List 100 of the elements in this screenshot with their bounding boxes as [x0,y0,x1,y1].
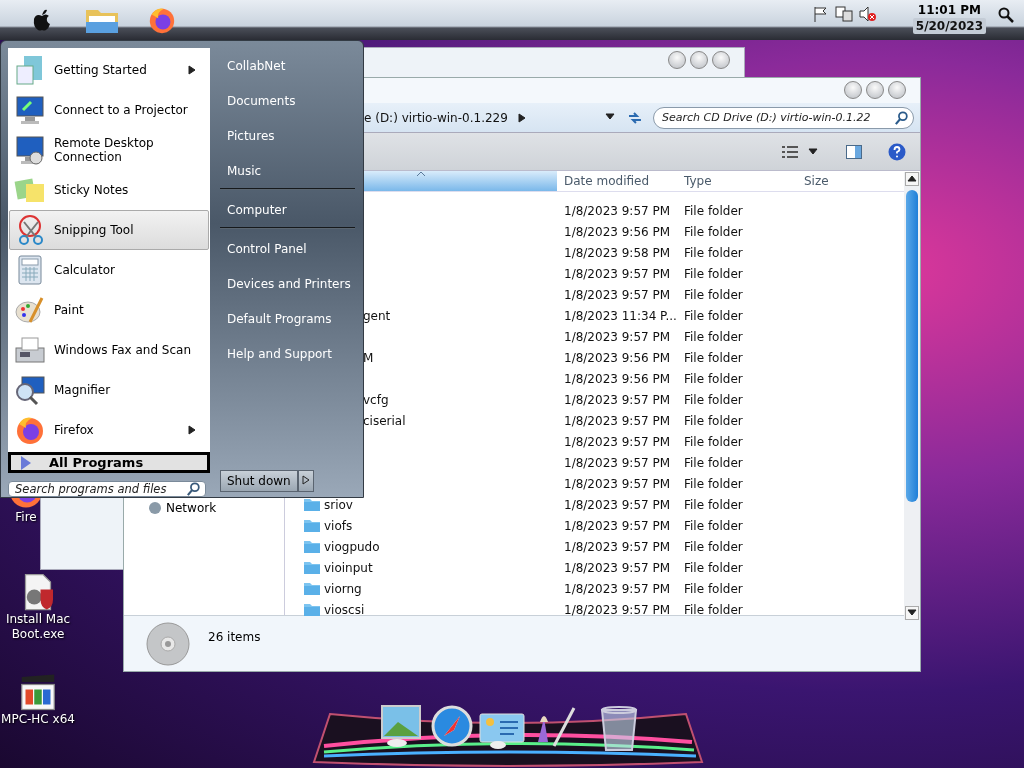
date-cell-text: 1/8/2023 9:57 PM [563,392,672,407]
close-button[interactable] [712,51,730,69]
submenu-arrow-icon[interactable] [188,65,198,75]
maximize-button[interactable] [690,51,708,69]
firefox-icon[interactable] [147,5,177,35]
date-cell-text: 1/8/2023 9:58 PM [563,245,672,260]
program-item[interactable]: Getting Started [9,50,209,90]
start-menu-link[interactable]: Documents [220,83,355,118]
type-cell-text: File folder [683,560,744,575]
program-item[interactable]: Firefox [9,410,209,450]
desktop-icon-label[interactable]: MPC-HC x64 [1,712,75,727]
date-cell-text: 1/8/2023 9:57 PM [563,329,672,344]
breadcrumb-arrow-icon[interactable] [517,112,528,123]
file-name[interactable]: vioscsi [324,602,365,617]
apple-logo-icon[interactable] [32,9,52,31]
help-icon[interactable] [888,142,906,161]
file-name[interactable]: sriov [324,497,353,512]
program-item[interactable]: Connect to a Projector [9,90,209,130]
type-cell-text: File folder [683,392,744,407]
program-item[interactable]: Windows Fax and Scan [9,330,209,370]
program-item[interactable]: Sticky Notes [9,170,209,210]
start-menu-link[interactable]: Control Panel [220,231,355,266]
scroll-up-icon[interactable] [907,174,917,184]
type-cell-text: File folder [683,518,744,533]
close-button[interactable] [888,81,906,99]
minimize-button[interactable] [844,81,862,99]
file-name[interactable]: viorng [324,581,362,596]
monitor-icon [14,94,46,126]
clock-time: 11:01 PM [917,2,981,18]
search-field[interactable]: Search programs and files [8,481,206,497]
search-field[interactable]: Search CD Drive (D:) virtio-win-0.1.22 [653,106,914,129]
pen-icon[interactable] [552,707,576,747]
picture-frame-icon[interactable] [381,705,421,747]
column-header[interactable]: Size [797,174,897,188]
column-header[interactable]: Date modified [557,174,677,188]
file-name[interactable]: viofs [324,518,353,533]
start-menu-link[interactable]: Computer [220,192,355,229]
program-item[interactable]: Calculator [9,250,209,290]
start-menu-link[interactable]: Default Programs [220,301,355,336]
triangle-icon [300,475,311,485]
rocket-icon[interactable] [538,716,548,742]
date-cell-text: 1/8/2023 9:57 PM [563,476,672,491]
view-caret-icon[interactable] [808,146,818,157]
date-cell-text: 1/8/2023 9:56 PM [563,350,672,365]
file-name[interactable]: ciserial [363,413,406,428]
program-item[interactable]: Snipping Tool [9,210,209,250]
contact-card-icon[interactable] [479,713,525,749]
all-programs-button[interactable]: All Programs [8,452,210,473]
file-name[interactable]: gent [363,308,391,323]
type-cell-text: File folder [683,287,744,302]
clapperboard-icon[interactable] [18,672,58,712]
date-cell-text: 1/8/2023 9:57 PM [563,434,672,449]
trash-can-icon[interactable] [600,706,638,751]
start-menu-link[interactable]: Pictures [220,118,355,153]
column-header[interactable]: Type [677,174,797,188]
compass-icon[interactable] [431,705,473,747]
start-menu-link[interactable]: CollabNet [220,48,355,83]
file-name[interactable]: vcfg [363,392,389,407]
folder-icon [304,498,320,511]
type-cell-text: File folder [683,455,744,470]
type-cell-text: File folder [683,581,744,596]
type-cell-text: File folder [683,245,744,260]
date-cell-text: 1/8/2023 9:57 PM [563,581,672,596]
folder-icon [304,519,320,532]
shutdown-button[interactable]: Shut down [220,470,298,492]
scroll-down-icon[interactable] [907,608,917,618]
date-cell-text: 1/8/2023 9:57 PM [563,203,672,218]
dropdown-caret-icon[interactable] [605,111,616,122]
type-cell-text: File folder [683,413,744,428]
search-icon[interactable] [187,482,201,496]
search-icon[interactable] [895,110,909,125]
program-item[interactable]: Paint [9,290,209,330]
file-name[interactable]: viogpudo [324,539,380,554]
network-icon[interactable] [834,6,853,22]
muted-speaker-icon[interactable] [858,6,877,22]
program-item[interactable]: Remote Desktop Connection [9,130,209,170]
type-cell-text: File folder [683,434,744,449]
desktop-icon-label[interactable]: Fire [15,510,37,525]
file-name[interactable]: vioinput [324,560,373,575]
date-cell-text: 1/8/2023 9:56 PM [563,224,672,239]
date-cell-text: 1/8/2023 9:57 PM [563,602,672,617]
desktop-icon-label[interactable]: Install Mac Boot.exe [0,612,76,642]
program-item[interactable]: Magnifier [9,370,209,410]
view-list-icon[interactable] [782,145,798,158]
flag-icon[interactable] [812,6,829,22]
nav-item[interactable]: Network [148,501,284,515]
start-menu-link[interactable]: Music [220,153,355,190]
minimize-button[interactable] [668,51,686,69]
file-name[interactable]: M [363,350,374,365]
refresh-icon[interactable] [627,109,643,126]
scrollbar[interactable] [904,172,920,620]
maximize-button[interactable] [866,81,884,99]
clock-date: 5/20/2023 [912,18,986,34]
breadcrumb-path[interactable]: e (D:) virtio-win-0.1.229 [364,110,508,125]
submenu-arrow-icon[interactable] [188,425,198,435]
preview-pane-icon[interactable] [846,144,862,159]
fax-machine-icon [14,334,46,366]
start-menu-link[interactable]: Devices and Printers [220,266,355,301]
search-icon[interactable] [998,7,1014,23]
start-menu-link[interactable]: Help and Support [220,336,355,371]
